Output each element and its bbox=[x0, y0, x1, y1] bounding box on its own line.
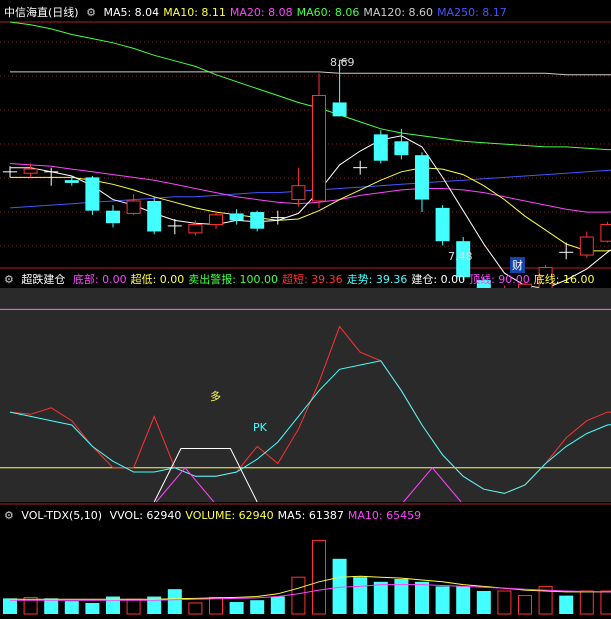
candle-body bbox=[332, 102, 347, 117]
volume-bar bbox=[415, 581, 429, 614]
indicator-value-4: 走势: 39.36 bbox=[346, 273, 408, 286]
settings-icon[interactable]: ⚙ bbox=[86, 6, 96, 19]
volume-bar bbox=[209, 596, 223, 615]
volume-bar bbox=[579, 590, 594, 615]
ma-value-2: MA20: 8.08 bbox=[229, 6, 293, 19]
indicator-value-6: 顶线: 90.00 bbox=[469, 273, 530, 286]
ma-value-3: MA60: 8.06 bbox=[296, 6, 360, 19]
indicator-header: ⚙ 超跌建仓 底部: 0.00 超低: 0.00 卖出警报: 100.00 超短: 3… bbox=[4, 272, 603, 288]
low-price-label: 7.48 bbox=[448, 250, 473, 263]
indicator-value-7: 底线: 16.00 bbox=[533, 273, 595, 286]
volume-bar bbox=[229, 602, 244, 614]
volume-bar bbox=[373, 581, 388, 614]
volume-bar bbox=[456, 586, 471, 614]
volume-bar bbox=[167, 589, 182, 614]
volume-value-0: VVOL: 62940 bbox=[109, 509, 182, 522]
candle-body bbox=[579, 236, 594, 256]
main-header: 中信海直(日线) ⚙ MA5: 8.04 MA10: 8.11 MA20: 8.08… bbox=[4, 5, 515, 21]
settings-icon[interactable]: ⚙ bbox=[4, 509, 14, 522]
candle-body bbox=[147, 200, 162, 232]
candle-body bbox=[209, 214, 223, 226]
volume-panel bbox=[3, 539, 611, 615]
volume-bar bbox=[476, 591, 491, 614]
chart-title: 中信海直(日线) bbox=[4, 6, 79, 19]
indicator-value-0: 底部: 0.00 bbox=[72, 273, 127, 286]
indicator-background bbox=[0, 288, 611, 502]
ma10-line bbox=[10, 167, 611, 252]
ma-value-0: MA5: 8.04 bbox=[103, 6, 160, 19]
volume-bar bbox=[270, 596, 285, 614]
volume-bar bbox=[353, 577, 368, 614]
finance-marker[interactable]: 财 bbox=[510, 257, 525, 273]
candle-body bbox=[373, 134, 388, 161]
candle-body bbox=[415, 155, 429, 200]
candle-body bbox=[188, 224, 203, 234]
volume-value-1: VOLUME: 62940 bbox=[185, 509, 274, 522]
candle-body bbox=[64, 180, 79, 183]
indicator-title: 超跌建仓 bbox=[21, 273, 66, 286]
pk-label: PK bbox=[253, 421, 267, 434]
high-price-label: 8.69 bbox=[330, 56, 355, 69]
candle-body bbox=[126, 200, 141, 214]
indicator-panel bbox=[0, 288, 611, 503]
stock-chart[interactable] bbox=[0, 0, 611, 619]
volume-bar bbox=[332, 558, 347, 614]
ma20-line bbox=[9, 163, 611, 213]
volume-bar bbox=[126, 598, 141, 615]
indicator-value-2: 卖出警报: 100.00 bbox=[188, 273, 278, 286]
volume-bar bbox=[64, 601, 79, 614]
moving-averages bbox=[9, 21, 611, 289]
volume-bar bbox=[44, 598, 59, 614]
candle-body bbox=[106, 210, 120, 224]
settings-icon[interactable]: ⚙ bbox=[4, 273, 14, 286]
volume-value-3: MA10: 65459 bbox=[347, 509, 422, 522]
indicator-value-1: 超低: 0.00 bbox=[130, 273, 185, 286]
ma-value-5: MA250: 8.17 bbox=[437, 6, 507, 19]
candle-body bbox=[312, 95, 326, 202]
duo-label: 多 bbox=[210, 390, 221, 403]
volume-bar bbox=[559, 595, 574, 614]
ma120-line bbox=[10, 71, 611, 76]
candle-body bbox=[394, 141, 409, 156]
volume-bar bbox=[3, 598, 17, 614]
volume-bar bbox=[497, 590, 512, 615]
indicator-value-3: 超短: 39.36 bbox=[281, 273, 343, 286]
volume-bar bbox=[250, 600, 265, 614]
candle-body bbox=[23, 168, 38, 174]
candle-body bbox=[600, 224, 611, 242]
volume-bar bbox=[291, 576, 306, 615]
volume-header: ⚙ VOL-TDX(5,10) VVOL: 62940 VOLUME: 62940… bbox=[4, 508, 429, 524]
ma-value-4: MA120: 8.60 bbox=[363, 6, 434, 19]
candle-body bbox=[291, 185, 306, 201]
candle-body bbox=[85, 177, 100, 211]
volume-bar bbox=[188, 602, 203, 615]
candle-body bbox=[229, 213, 244, 221]
volume-bar bbox=[518, 595, 532, 615]
volume-title: VOL-TDX(5,10) bbox=[21, 509, 103, 522]
volume-value-2: MA5: 61387 bbox=[277, 509, 344, 522]
indicator-value-5: 建仓: 0.00 bbox=[411, 273, 466, 286]
volume-bar bbox=[600, 590, 611, 615]
volume-bar bbox=[85, 602, 100, 614]
volume-bar bbox=[435, 586, 450, 614]
ma-value-1: MA10: 8.11 bbox=[163, 6, 226, 19]
volume-bar bbox=[312, 539, 326, 615]
ma60-line bbox=[9, 21, 611, 151]
candle-body bbox=[250, 212, 265, 229]
candle-body bbox=[435, 207, 450, 242]
